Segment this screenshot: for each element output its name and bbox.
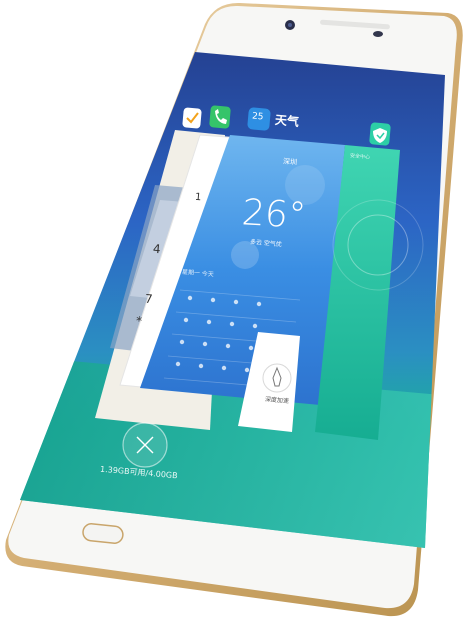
dialer-key-7[interactable]: 7 [144, 292, 153, 307]
dialer-key-1[interactable]: 1 [195, 192, 202, 204]
sensor-icon [373, 31, 383, 37]
phone-render: 25 天气 深圳 26° 多云 空气优 星期一 今天 1 4 7 * 安全中心 … [0, 0, 468, 622]
phone-illustration [5, 2, 463, 617]
dialer-key-star[interactable]: * [135, 314, 142, 328]
notes-app-icon [182, 107, 202, 129]
dialer-key-4[interactable]: 4 [152, 242, 161, 257]
weather-temperature: 26° [240, 192, 308, 237]
clear-all-button[interactable] [122, 422, 168, 468]
phone-app-icon [209, 105, 231, 129]
weather-app-title: 天气 [274, 112, 300, 130]
home-button [82, 523, 124, 544]
weather-location: 深圳 [282, 157, 298, 167]
weather-icon-number: 25 [251, 111, 264, 123]
